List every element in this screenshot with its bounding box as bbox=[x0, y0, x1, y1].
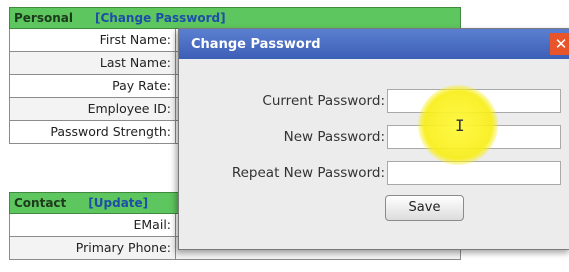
employee-id-label: Employee ID: bbox=[10, 98, 176, 120]
dialog-title: Change Password bbox=[191, 36, 321, 52]
update-contact-link[interactable]: [Update] bbox=[88, 196, 148, 210]
repeat-password-row: Repeat New Password: bbox=[179, 161, 569, 189]
repeat-password-input[interactable] bbox=[387, 161, 561, 185]
repeat-password-label: Repeat New Password: bbox=[231, 165, 385, 181]
close-icon[interactable]: ✕ bbox=[550, 33, 569, 55]
new-password-input[interactable] bbox=[387, 125, 561, 149]
save-button[interactable]: Save bbox=[385, 195, 464, 221]
text-cursor-icon: I bbox=[455, 116, 465, 135]
primary-phone-label: Primary Phone: bbox=[10, 237, 176, 259]
contact-title: Contact bbox=[14, 196, 67, 210]
current-password-row: Current Password: bbox=[179, 89, 569, 117]
current-password-label: Current Password: bbox=[262, 93, 385, 109]
email-label: EMail: bbox=[10, 214, 176, 236]
dialog-titlebar[interactable]: Change Password ✕ bbox=[179, 29, 569, 59]
current-password-input[interactable] bbox=[387, 89, 561, 113]
change-password-link[interactable]: [Change Password] bbox=[95, 11, 226, 25]
new-password-label: New Password: bbox=[283, 129, 385, 145]
new-password-row: New Password: bbox=[179, 125, 569, 153]
first-name-label: First Name: bbox=[10, 29, 176, 51]
personal-header: Personal [Change Password] bbox=[9, 7, 461, 29]
pay-rate-label: Pay Rate: bbox=[10, 75, 176, 97]
personal-title: Personal bbox=[14, 11, 73, 25]
last-name-label: Last Name: bbox=[10, 52, 176, 74]
change-password-dialog: Change Password ✕ Current Password: New … bbox=[178, 28, 569, 250]
password-strength-label: Password Strength: bbox=[10, 121, 176, 143]
